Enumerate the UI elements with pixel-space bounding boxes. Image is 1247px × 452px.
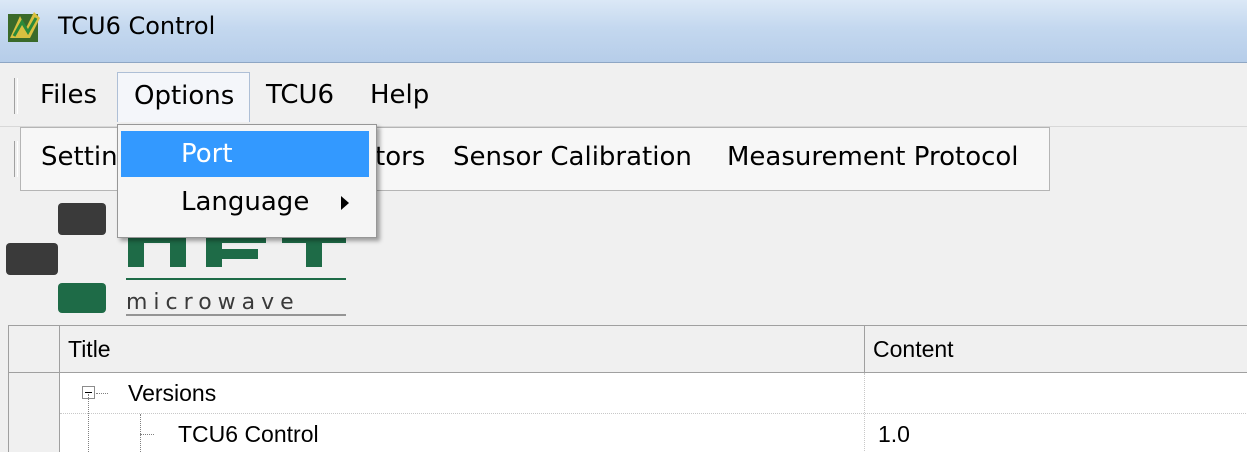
tree-grid: Title Content Versions TCU6 Control 1.0 — [8, 325, 1247, 452]
menu-item-language-label: Language — [181, 187, 310, 217]
tree-connector — [96, 393, 108, 394]
menu-item-language[interactable]: Language — [121, 179, 369, 225]
tree-connector — [140, 434, 154, 435]
window-title: TCU6 Control — [58, 12, 216, 40]
tree-connector — [88, 394, 89, 452]
menu-tcu6[interactable]: TCU6 — [256, 76, 344, 114]
grid-header: Title Content — [9, 326, 1247, 373]
tab-settings[interactable]: Settin — [41, 142, 118, 172]
table-row[interactable]: TCU6 Control 1.0 — [60, 394, 1247, 452]
row-title: TCU6 Control — [178, 421, 319, 447]
app-window: TCU6 Control Files Options TCU6 Help Set… — [0, 0, 1247, 452]
menu-files[interactable]: Files — [30, 76, 107, 114]
menubar-grip[interactable] — [14, 78, 18, 114]
title-bar[interactable]: TCU6 Control — [0, 0, 1247, 63]
menu-item-port[interactable]: Port — [121, 131, 369, 177]
tree-connector — [140, 414, 141, 452]
tab-sensor-calibration[interactable]: Sensor Calibration — [453, 142, 692, 172]
menu-bar: Files Options TCU6 Help — [0, 64, 1247, 127]
tab-monitors[interactable]: tors — [375, 142, 425, 172]
submenu-arrow-icon — [341, 196, 349, 210]
options-dropdown: Port Language — [117, 124, 377, 238]
menu-options[interactable]: Options — [117, 72, 250, 122]
row-content: 1.0 — [878, 421, 910, 447]
column-header-title[interactable]: Title — [60, 326, 865, 372]
app-icon — [8, 12, 40, 42]
table-row[interactable]: Versions — [60, 373, 1247, 413]
row-title: Versions — [128, 380, 217, 406]
grid-corner — [9, 326, 60, 372]
tabstrip-grip[interactable] — [14, 141, 18, 177]
column-header-content[interactable]: Content — [865, 326, 1247, 372]
row-gutter — [9, 373, 60, 452]
menu-help[interactable]: Help — [360, 76, 439, 114]
tab-measurement-protocol[interactable]: Measurement Protocol — [727, 142, 1019, 172]
logo-text: microwave — [126, 290, 300, 315]
